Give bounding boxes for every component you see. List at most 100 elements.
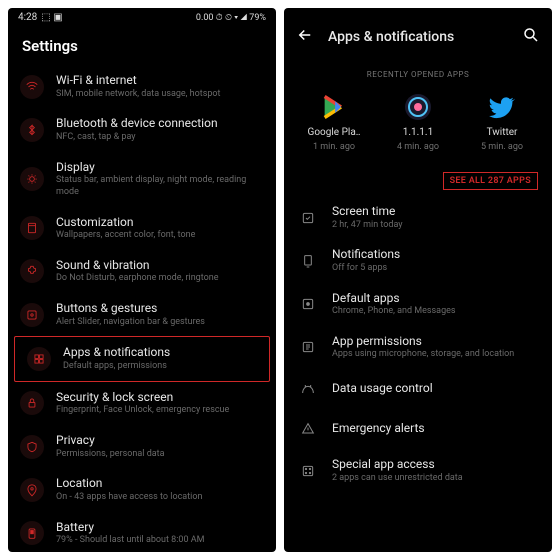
settings-row-sound-vibration[interactable]: Sound & vibrationDo Not Disturb, earphon… [8, 250, 276, 293]
recent-app-google-play[interactable]: Google Pla‥ 1 min. ago [299, 91, 369, 152]
app-name: Google Pla‥ [308, 127, 361, 138]
row-title: Notifications [332, 247, 540, 263]
app-name: 1.1.1.1 [403, 127, 433, 138]
row-title: Privacy [56, 433, 264, 449]
row-icon [20, 478, 44, 502]
recent-app-1111[interactable]: 1.1.1.1 4 min. ago [383, 91, 453, 152]
1111-icon [402, 91, 434, 123]
row-icon [27, 347, 51, 371]
apps-row-emergency-alerts[interactable]: Emergency alerts [284, 409, 552, 449]
apps-row-notifications[interactable]: NotificationsOff for 5 apps [284, 239, 552, 282]
row-subtitle: SIM, mobile network, data usage, hotspot [56, 89, 264, 101]
settings-row-bluetooth-device-connection[interactable]: Bluetooth & device connectionNFC, cast, … [8, 108, 276, 151]
row-icon [296, 335, 320, 359]
app-time: 5 min. ago [481, 142, 523, 152]
page-title: Settings [8, 27, 276, 65]
row-icon [296, 249, 320, 273]
app-time: 1 min. ago [313, 142, 355, 152]
header: Apps & notifications [284, 16, 552, 58]
row-subtitle: 2 apps can use unrestricted data [332, 473, 540, 485]
settings-row-apps-notifications[interactable]: Apps & notificationsDefault apps, permis… [14, 336, 270, 381]
row-subtitle: Apps using microphone, storage, and loca… [332, 349, 540, 361]
row-title: Customization [56, 215, 264, 231]
app-name: Twitter [487, 127, 518, 138]
row-icon [296, 459, 320, 483]
row-title: Buttons & gestures [56, 301, 264, 317]
status-icons: ⬚ ▣ [41, 12, 62, 23]
row-icon [20, 521, 44, 545]
see-all-apps[interactable]: SEE ALL 287 APPS [284, 162, 552, 196]
settings-list[interactable]: Wi-Fi & internetSIM, mobile network, dat… [8, 65, 276, 552]
row-icon [20, 167, 44, 191]
row-icon [20, 216, 44, 240]
row-title: Battery [56, 520, 264, 536]
row-title: Bluetooth & device connection [56, 116, 264, 132]
recent-app-twitter[interactable]: Twitter 5 min. ago [467, 91, 537, 152]
see-all-label: SEE ALL 287 APPS [443, 172, 538, 190]
apps-row-screen-time[interactable]: Screen time2 hr, 47 min today [284, 196, 552, 239]
settings-row-buttons-gestures[interactable]: Buttons & gesturesAlert Slider, navigati… [8, 293, 276, 336]
row-title: App permissions [332, 334, 540, 350]
row-subtitle: Fingerprint, Face Unlock, emergency resc… [56, 405, 264, 417]
row-subtitle: Chrome, Phone, and Messages [332, 306, 540, 318]
row-title: Special app access [332, 457, 540, 473]
row-subtitle: On - 43 apps have access to location [56, 492, 264, 504]
apps-row-data-usage-control[interactable]: Data usage control [284, 369, 552, 409]
status-bar: 4:28 ⬚ ▣ 0.00 ⏱ ⏲ ▾ ◢ 79% [8, 8, 276, 27]
status-time: 4:28 [18, 12, 37, 23]
play-store-icon [318, 91, 350, 123]
row-subtitle: Off for 5 apps [332, 263, 540, 275]
row-subtitle: NFC, cast, tap & pay [56, 132, 264, 144]
row-icon [296, 206, 320, 230]
status-right: 0.00 ⏱ ⏲ ▾ ◢ 79% [196, 13, 266, 23]
settings-row-security-lock-screen[interactable]: Security & lock screenFingerprint, Face … [8, 382, 276, 425]
apps-row-special-app-access[interactable]: Special app access2 apps can use unrestr… [284, 449, 552, 492]
recent-apps: Google Pla‥ 1 min. ago 1.1.1.1 4 min. ag… [284, 87, 552, 162]
apps-row-default-apps[interactable]: Default appsChrome, Phone, and Messages [284, 283, 552, 326]
row-icon [20, 118, 44, 142]
row-title: Display [56, 160, 264, 176]
row-icon [20, 391, 44, 415]
row-icon [20, 75, 44, 99]
row-title: Default apps [332, 291, 540, 307]
row-title: Location [56, 476, 264, 492]
row-subtitle: Wallpapers, accent color, font, tone [56, 230, 264, 242]
row-subtitle: Alert Slider, navigation bar & gestures [56, 317, 264, 329]
apps-row-app-permissions[interactable]: App permissionsApps using microphone, st… [284, 326, 552, 369]
row-icon [20, 435, 44, 459]
settings-row-battery[interactable]: Battery79% - Should last until about 8:0… [8, 512, 276, 553]
settings-row-customization[interactable]: CustomizationWallpapers, accent color, f… [8, 207, 276, 250]
settings-row-display[interactable]: DisplayStatus bar, ambient display, nigh… [8, 152, 276, 207]
settings-row-privacy[interactable]: PrivacyPermissions, personal data [8, 425, 276, 468]
apps-settings-list[interactable]: Screen time2 hr, 47 min todayNotificatio… [284, 196, 552, 552]
row-subtitle: Permissions, personal data [56, 449, 264, 461]
row-subtitle: Status bar, ambient display, night mode,… [56, 175, 264, 198]
back-icon[interactable] [296, 26, 314, 48]
row-icon [20, 303, 44, 327]
row-title: Data usage control [332, 381, 540, 397]
row-icon [296, 377, 320, 401]
twitter-icon [486, 91, 518, 123]
row-title: Wi-Fi & internet [56, 73, 264, 89]
settings-screen: 4:28 ⬚ ▣ 0.00 ⏱ ⏲ ▾ ◢ 79% Settings Wi-Fi … [8, 8, 276, 552]
recent-apps-label: RECENTLY OPENED APPS [284, 58, 552, 87]
status-bar [284, 8, 552, 16]
row-icon [20, 259, 44, 283]
row-title: Screen time [332, 204, 540, 220]
app-time: 4 min. ago [397, 142, 439, 152]
apps-notifications-screen: Apps & notifications RECENTLY OPENED APP… [284, 8, 552, 552]
row-icon [296, 292, 320, 316]
row-title: Sound & vibration [56, 258, 264, 274]
row-title: Security & lock screen [56, 390, 264, 406]
row-icon [296, 417, 320, 441]
settings-row-location[interactable]: LocationOn - 43 apps have access to loca… [8, 468, 276, 511]
row-subtitle: 2 hr, 47 min today [332, 220, 540, 232]
row-subtitle: 79% - Should last until about 8:00 AM [56, 535, 264, 547]
settings-row-wi-fi-internet[interactable]: Wi-Fi & internetSIM, mobile network, dat… [8, 65, 276, 108]
row-title: Emergency alerts [332, 421, 540, 437]
row-subtitle: Default apps, permissions [63, 361, 257, 373]
row-title: Apps & notifications [63, 345, 257, 361]
page-title: Apps & notifications [328, 28, 508, 46]
row-subtitle: Do Not Disturb, earphone mode, ringtone [56, 273, 264, 285]
search-icon[interactable] [522, 26, 540, 48]
